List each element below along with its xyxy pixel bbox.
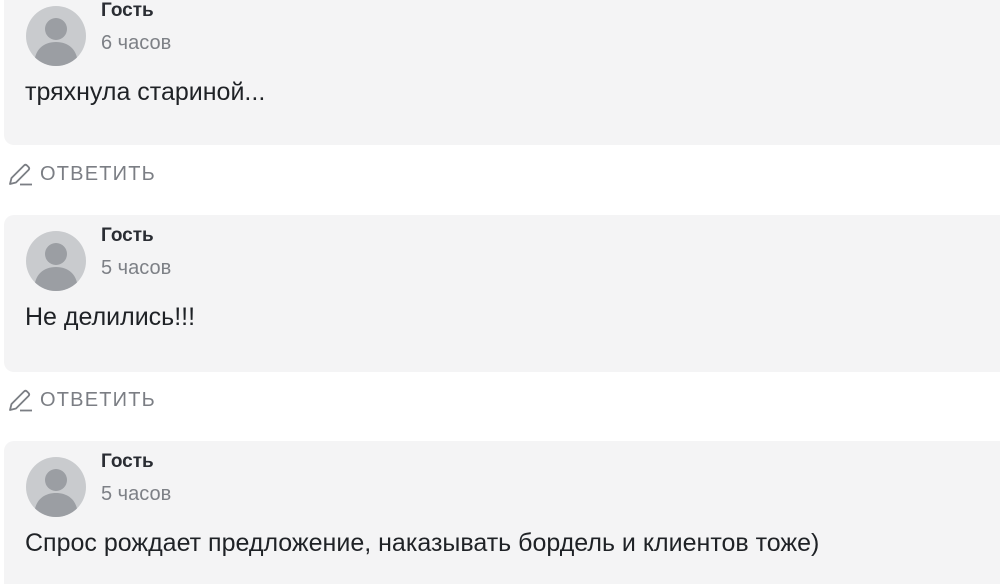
avatar[interactable]	[26, 231, 86, 291]
comment-text: Спрос рождает предложение, наказывать бо…	[25, 529, 820, 557]
comment-timestamp: 5 часов	[101, 257, 172, 279]
comment-author[interactable]: Гость	[101, 0, 154, 22]
comment-card: Гость 5 часов Не делились!!!	[4, 215, 1000, 372]
comment-card: Гость 5 часов Спрос рождает предложение,…	[4, 441, 1000, 584]
comment-timestamp: 5 часов	[101, 483, 172, 505]
default-user-avatar-icon	[34, 469, 78, 517]
reply-button[interactable]: ОТВЕТИТЬ	[6, 386, 156, 414]
avatar[interactable]	[26, 6, 86, 66]
comment-text: тряхнула стариной...	[25, 78, 266, 106]
comment-author[interactable]: Гость	[101, 451, 154, 473]
default-user-avatar-icon	[34, 18, 78, 66]
pencil-icon	[9, 389, 32, 412]
comment-author[interactable]: Гость	[101, 225, 154, 247]
comment-timestamp: 6 часов	[101, 32, 172, 54]
avatar[interactable]	[26, 457, 86, 517]
reply-label: ОТВЕТИТЬ	[40, 388, 156, 411]
reply-label: ОТВЕТИТЬ	[40, 162, 156, 185]
pencil-icon	[9, 163, 32, 186]
comment-feed: Гость 6 часов тряхнула стариной... ОТВЕТ…	[0, 0, 1000, 584]
default-user-avatar-icon	[34, 243, 78, 291]
comment-text: Не делились!!!	[25, 303, 196, 331]
reply-button[interactable]: ОТВЕТИТЬ	[6, 160, 156, 188]
comment-card: Гость 6 часов тряхнула стариной...	[4, 0, 1000, 145]
